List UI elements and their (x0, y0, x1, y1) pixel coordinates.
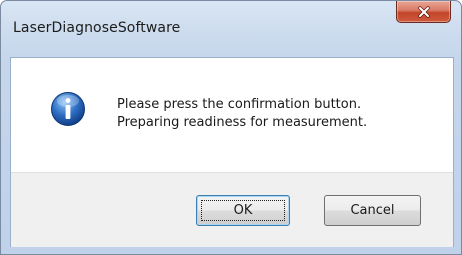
window-title: LaserDiagnoseSoftware (13, 20, 181, 36)
cancel-button[interactable]: Cancel (324, 195, 421, 226)
message-text: Please press the confirmation button. Pr… (117, 96, 367, 132)
close-button[interactable] (396, 1, 451, 23)
button-bar: OK Cancel (11, 172, 453, 247)
message-dialog: LaserDiagnoseSoftware Please press the c… (0, 0, 462, 255)
focus-indicator (201, 200, 285, 221)
title-bar[interactable]: LaserDiagnoseSoftware (1, 1, 461, 57)
dialog-content: Please press the confirmation button. Pr… (10, 57, 454, 247)
message-line-2: Preparing readiness for measurement. (117, 115, 368, 130)
info-icon (51, 92, 85, 126)
close-icon (417, 5, 430, 18)
message-line-1: Please press the confirmation button. (117, 97, 362, 112)
cancel-button-label: Cancel (350, 203, 395, 218)
ok-button[interactable]: OK (196, 195, 290, 226)
